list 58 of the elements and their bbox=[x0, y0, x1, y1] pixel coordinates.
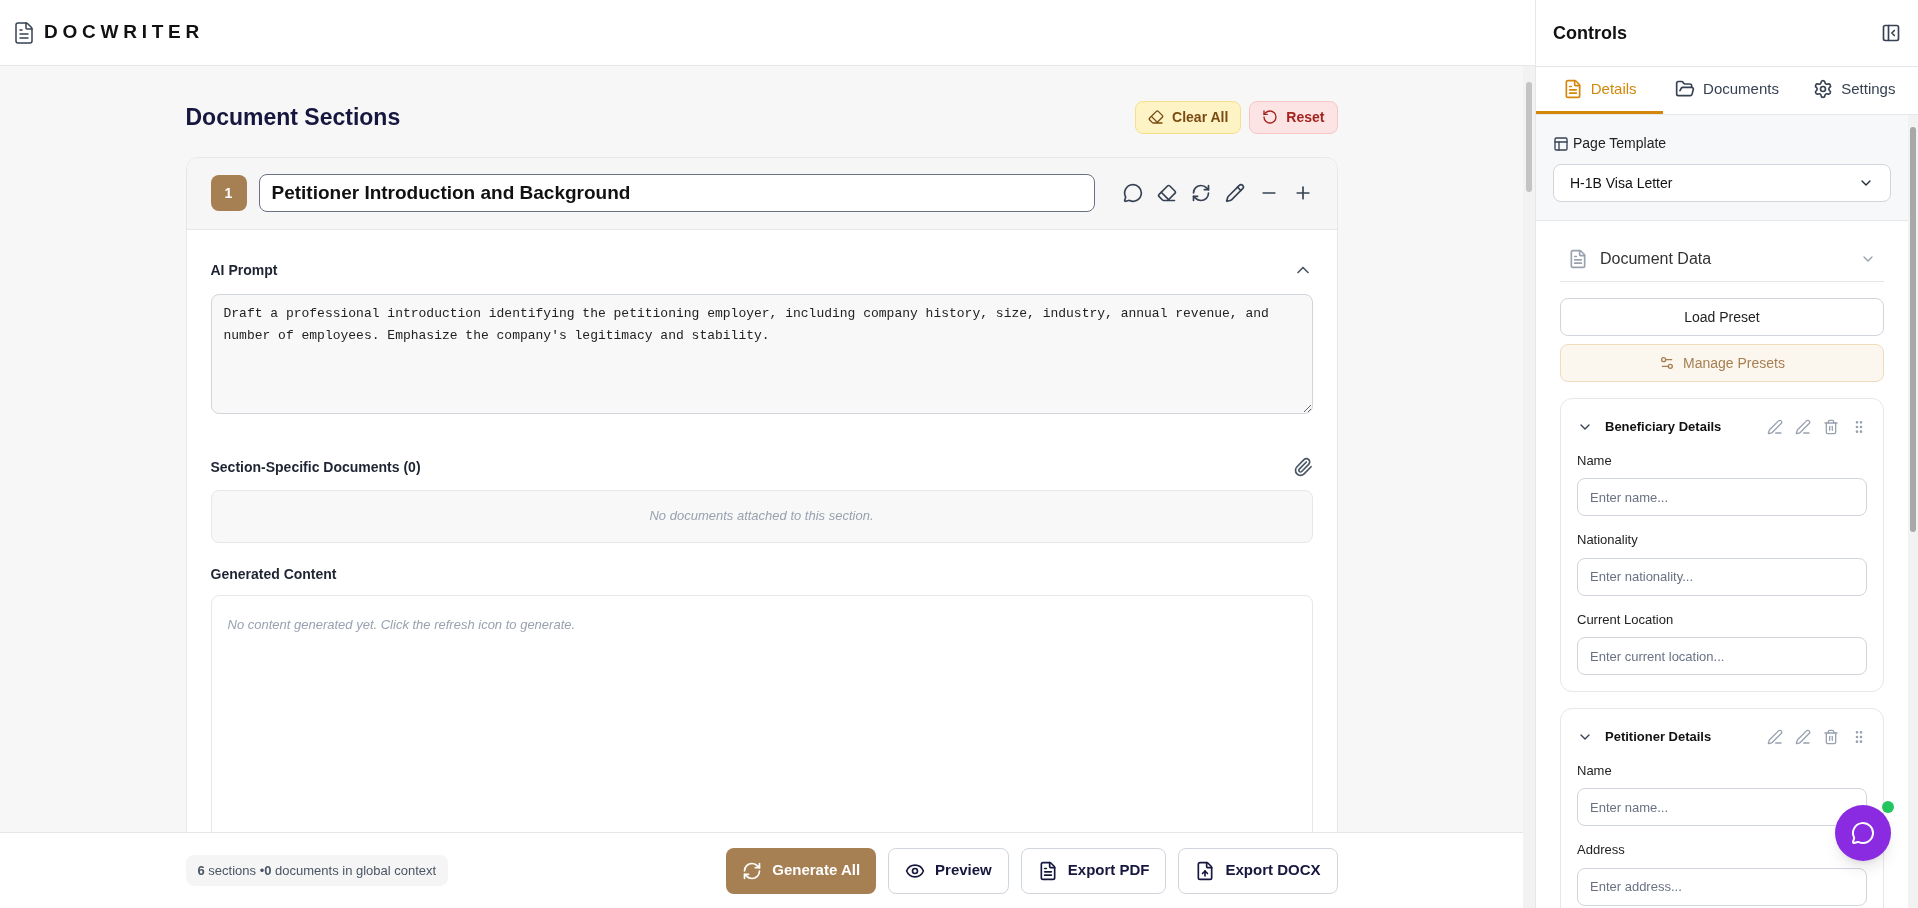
field-label: AI Prompt bbox=[210, 260, 278, 280]
reset-button[interactable]: Reset bbox=[1249, 100, 1338, 134]
export-button[interactable]: Export DOCX bbox=[1178, 847, 1338, 894]
field-label: Page Template bbox=[1573, 134, 1667, 153]
scrollbar[interactable] bbox=[1908, 115, 1918, 908]
text-field[interactable]: Enter current location... bbox=[1577, 637, 1867, 675]
page-title: Document Sections bbox=[185, 103, 401, 132]
eraser-icon bbox=[1148, 109, 1165, 126]
field-label: Address bbox=[1577, 841, 1625, 859]
chat-icon bbox=[1851, 821, 1875, 845]
sliders-icon bbox=[1659, 355, 1675, 371]
layout-icon bbox=[1553, 135, 1569, 152]
prompt-field[interactable]: Draft a professional introduction identifying the petitioning employer, including company history, size, industry, annual revenue, and number of employees. Emphasize the company's legitimacy and stability. bbox=[210, 293, 1313, 414]
pencil-icon[interactable] bbox=[1224, 183, 1245, 203]
generate-all-button[interactable]: Generate All bbox=[726, 847, 877, 894]
document-icon bbox=[12, 20, 36, 45]
comment-icon[interactable] bbox=[1122, 183, 1143, 203]
field-label: Nationality bbox=[1577, 531, 1638, 549]
settings-icon bbox=[1813, 79, 1834, 99]
file-upload-icon bbox=[1195, 860, 1216, 881]
text-field[interactable]: Enter address... bbox=[1577, 867, 1867, 906]
clear-all-button[interactable]: Clear All bbox=[1135, 100, 1242, 134]
collapse-panel-icon[interactable] bbox=[1881, 23, 1901, 43]
group-title: Beneficiary Details bbox=[1605, 418, 1723, 436]
trash-icon[interactable] bbox=[1823, 728, 1839, 745]
refresh-icon bbox=[742, 860, 763, 881]
text-field[interactable]: Enter name... bbox=[1577, 788, 1867, 826]
panel-tab[interactable]: Settings bbox=[1790, 67, 1918, 114]
text-field[interactable]: Enter name... bbox=[1577, 478, 1867, 516]
document-icon bbox=[1568, 249, 1588, 269]
field-label: Name bbox=[1577, 761, 1612, 780]
field-label: Name bbox=[1577, 451, 1612, 470]
summary-text: 6 sections •0 documents in global context bbox=[185, 854, 449, 887]
group-title: Petitioner Details bbox=[1605, 728, 1713, 746]
load-preset-button[interactable]: Load Preset bbox=[1560, 298, 1884, 336]
scrollbar[interactable] bbox=[1523, 66, 1535, 908]
reset-icon bbox=[1262, 109, 1279, 126]
template-select[interactable]: H-1B Visa Letter bbox=[1553, 164, 1891, 202]
manage-presets-button[interactable]: Manage Presets bbox=[1560, 344, 1884, 382]
export-button[interactable]: Export PDF bbox=[1020, 847, 1167, 894]
section-title-field[interactable]: Petitioner Introduction and Background bbox=[258, 174, 1095, 212]
trash-icon[interactable] bbox=[1823, 418, 1839, 435]
text-field[interactable]: Enter nationality... bbox=[1577, 557, 1867, 596]
paperclip-icon[interactable] bbox=[1292, 457, 1313, 477]
field-label: Generated Content bbox=[210, 564, 338, 584]
empty-message: No documents attached to this section. bbox=[649, 507, 874, 526]
refresh-icon[interactable] bbox=[1190, 183, 1211, 203]
panel-title: Controls bbox=[1553, 21, 1627, 45]
app-logo: DOCWRITER bbox=[44, 20, 204, 45]
preview-button[interactable]: Preview bbox=[888, 847, 1009, 894]
folder-icon bbox=[1675, 79, 1696, 99]
field-label: Current Location bbox=[1577, 610, 1674, 629]
empty-message: No content generated yet. Click the refresh icon to generate. bbox=[227, 616, 576, 632]
field-label: Section-Specific Documents (0) bbox=[210, 457, 421, 477]
panel-tab[interactable]: Documents bbox=[1663, 67, 1791, 114]
eraser-icon[interactable] bbox=[1156, 183, 1177, 203]
section-heading: Document Data bbox=[1600, 249, 1712, 269]
section-number-badge: 1 bbox=[210, 175, 247, 211]
